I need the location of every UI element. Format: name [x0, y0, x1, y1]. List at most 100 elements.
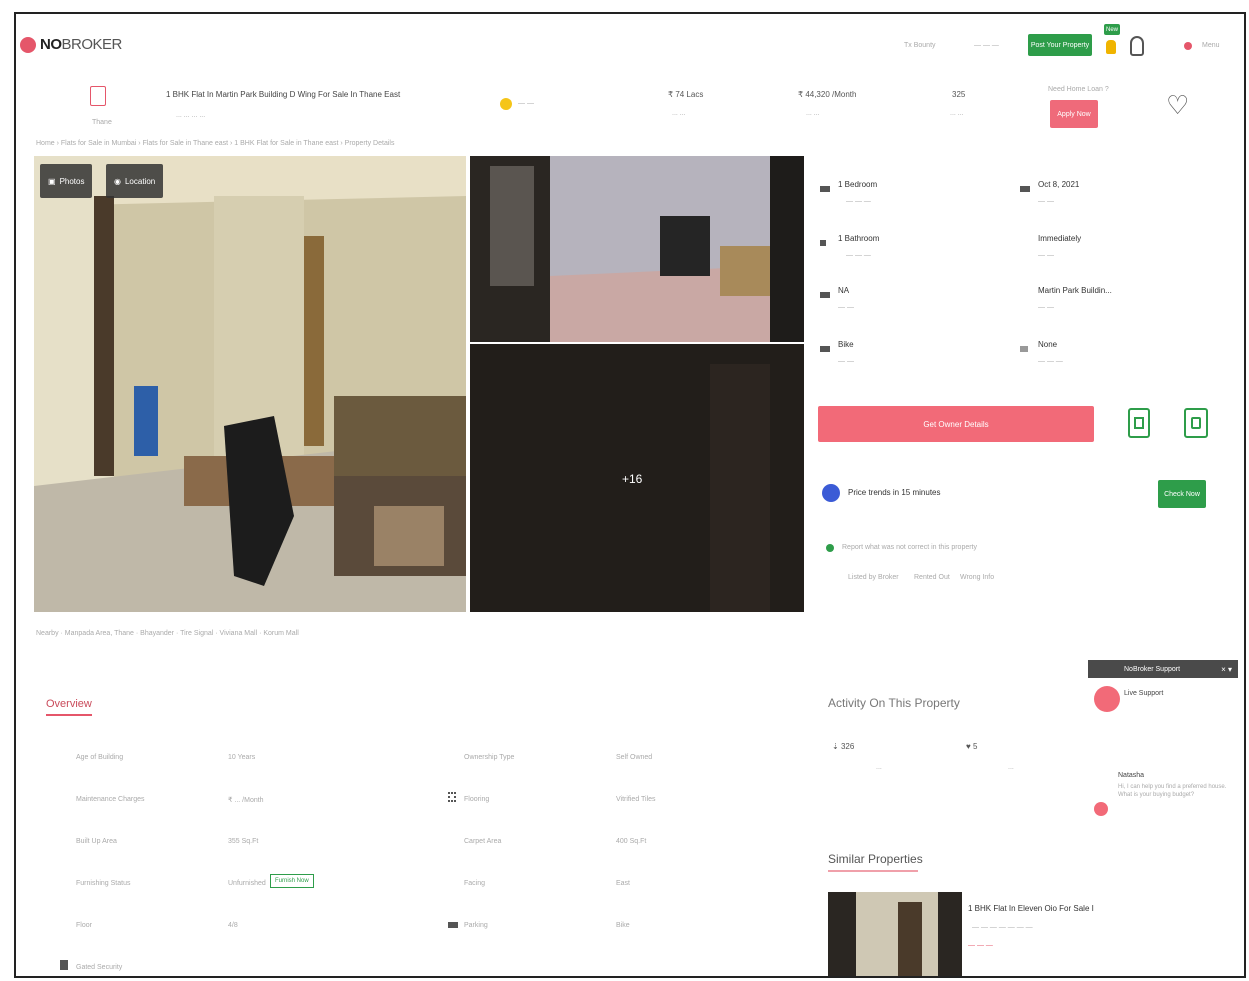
location-tab[interactable]: ◉ Location — [106, 164, 164, 198]
logo-bold: NO — [40, 36, 62, 53]
similar-item-tag: — — — — [968, 942, 993, 949]
report-text[interactable]: Report what was not correct in this prop… — [842, 544, 977, 551]
chat-widget[interactable]: NoBroker Support × ▾ Live Support Natash… — [1088, 660, 1238, 830]
photo-3[interactable]: +16 — [470, 344, 804, 612]
overview-label: Flooring — [464, 796, 490, 803]
area: 325 — [952, 90, 966, 99]
nav-item-bounty[interactable]: Tx Bounty — [904, 42, 936, 49]
feature-sub: — — — [838, 304, 854, 311]
report-option[interactable]: Listed by Broker — [848, 574, 899, 581]
area-sub: ... ... — [950, 110, 964, 117]
feature-label: Oct 8, 2021 — [1038, 180, 1080, 189]
logo-icon — [20, 36, 36, 53]
menu-button[interactable]: Menu — [1202, 42, 1220, 49]
photos-tab[interactable]: ▣ Photos — [40, 164, 93, 198]
overview-tab-underline — [46, 714, 92, 716]
overview-value: ₹ ... /Month — [228, 797, 264, 804]
check-now-button[interactable]: Check Now — [1158, 480, 1206, 508]
views-icon: ⇣ — [832, 742, 841, 751]
similar-title-text: Similar Properties — [828, 852, 923, 866]
main-photo[interactable]: ▣ Photos ◉ Location — [34, 156, 466, 612]
logo-light: BROKER — [61, 36, 123, 53]
bedroom-photo-image — [470, 156, 804, 342]
get-owner-details-button[interactable]: Get Owner Details — [818, 406, 1094, 442]
overview-label: Parking — [464, 922, 488, 929]
chat-close-icon[interactable]: × ▾ — [1221, 665, 1232, 674]
apply-loan-button[interactable]: Apply Now — [1050, 100, 1098, 128]
location-tab-label: Location — [124, 176, 156, 186]
feature-sub: — — — [1038, 198, 1054, 205]
overview-label: Built Up Area — [76, 838, 117, 845]
report-option[interactable]: Wrong Info — [960, 574, 994, 581]
feature-label: None — [1038, 340, 1058, 349]
shortlist-sub: ... — [1008, 764, 1014, 771]
overview-value: 355 Sq.Ft — [228, 838, 259, 845]
chat-owner-button[interactable] — [1184, 408, 1208, 438]
shortlist-value: 5 — [972, 742, 978, 751]
overview-value: Unfurnished — [228, 880, 266, 887]
features-grid: 1 Bedroom — — — Oct 8, 2021 — — 1 Bathro… — [820, 178, 1230, 388]
overview-label: Age of Building — [76, 754, 124, 761]
price-sub: ... ... — [672, 110, 686, 117]
more-photos-count[interactable]: +16 — [622, 472, 642, 486]
chat-agent-small-avatar — [1094, 802, 1108, 816]
shortlist-count: ♥ 5 — [966, 742, 977, 751]
overview-label: Floor — [76, 922, 92, 929]
shortlist-heart-icon[interactable]: ♡ — [1166, 92, 1189, 118]
shortlist-heart-small-icon: ♥ — [966, 742, 973, 751]
property-subtitle: ... ... ... ... — [176, 112, 206, 119]
price-trends-icon — [822, 484, 840, 502]
similar-item-sub: — — — — — — — — [972, 924, 1033, 931]
feature-label: NA — [838, 286, 850, 295]
photos-tab-label: Photos — [59, 176, 85, 186]
feature-bath-icon — [820, 240, 826, 246]
user-avatar-icon[interactable] — [1130, 36, 1144, 56]
overview-tab[interactable]: Overview — [46, 698, 92, 716]
photo-2[interactable] — [470, 156, 804, 342]
feature-balcony-icon — [820, 292, 830, 298]
logo[interactable]: NOBROKER — [20, 36, 122, 53]
feature-sub: — — — — [846, 198, 871, 205]
views-count: ⇣ 326 — [832, 742, 854, 751]
feature-calendar-icon — [1020, 186, 1030, 192]
nav-item-2[interactable]: — — — — [974, 42, 999, 49]
feature-label: Immediately — [1038, 234, 1082, 243]
report-option[interactable]: Rented Out — [914, 574, 950, 581]
similar-title: Similar Properties — [828, 852, 923, 872]
similar-underline — [828, 870, 918, 872]
overview-label: Ownership Type — [464, 754, 515, 761]
overview-label: Furnishing Status — [76, 880, 131, 887]
similar-card-image[interactable] — [828, 892, 962, 976]
emi: ₹ 44,320 /Month — [798, 90, 857, 99]
nearby-strip[interactable]: Nearby · Manpada Area, Thane · Bhayander… — [36, 630, 299, 637]
overview-label: Gated Security — [76, 964, 123, 971]
browser-page: NOBROKER Tx Bounty — — — Post Your Prope… — [14, 12, 1246, 978]
similar-item-title[interactable]: 1 BHK Flat In Eleven Oio For Sale I — [968, 904, 1094, 913]
emi-sub: ... ... — [806, 110, 820, 117]
report-dot-icon — [826, 544, 834, 552]
overview-label: Facing — [464, 880, 486, 887]
views-sub: ... — [876, 764, 882, 771]
overview-value: Self Owned — [616, 754, 653, 761]
notification-bell-icon[interactable] — [1106, 40, 1116, 54]
overview-value: East — [616, 880, 631, 887]
feature-label: Bike — [838, 340, 854, 349]
furnish-now-button[interactable]: Furnish Now — [270, 874, 314, 888]
post-property-button[interactable]: Post Your Property — [1028, 34, 1092, 56]
chat-agent-avatar — [1094, 686, 1120, 712]
chat-header-title: NoBroker Support — [1124, 665, 1181, 673]
breadcrumb[interactable]: Home › Flats for Sale in Mumbai › Flats … — [36, 140, 394, 147]
calendar-icon — [1134, 417, 1144, 429]
room-photo-image — [34, 156, 466, 612]
overview-value: 10 Years — [228, 754, 256, 761]
overview-value: Bike — [616, 922, 630, 929]
feature-label: 1 Bedroom — [838, 180, 878, 189]
new-badge: New — [1104, 24, 1120, 35]
schedule-visit-button[interactable] — [1128, 408, 1150, 438]
home-icon[interactable] — [90, 86, 106, 106]
feature-sub: — — — — [846, 252, 871, 259]
overview-label: Maintenance Charges — [76, 796, 145, 803]
chat-icon — [1191, 417, 1201, 429]
chat-message: Hi, I can help you find a preferred hous… — [1118, 784, 1227, 798]
chat-header[interactable]: NoBroker Support × ▾ — [1088, 660, 1238, 678]
